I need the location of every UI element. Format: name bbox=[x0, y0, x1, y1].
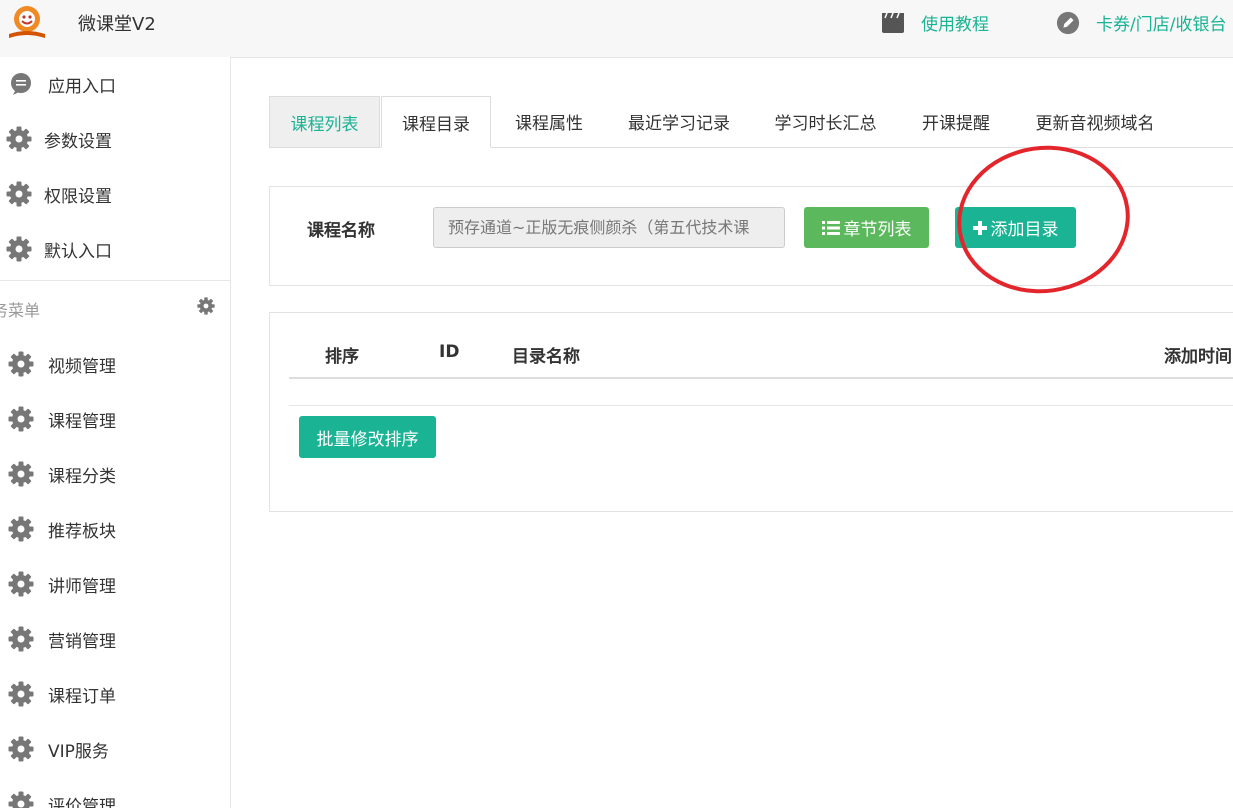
gear-icon bbox=[8, 516, 34, 542]
gear-icon bbox=[8, 406, 34, 432]
sidebar-item-default-entry[interactable]: 默认入口 bbox=[0, 234, 112, 264]
batch-sort-button[interactable]: 批量修改排序 bbox=[299, 416, 436, 458]
top-bar: 微课堂V2 使用教程 卡券/门店/收银台 bbox=[0, 0, 1233, 58]
sidebar-item-label: 课程分类 bbox=[48, 466, 116, 487]
table-header-divider bbox=[289, 377, 1233, 379]
gear-icon bbox=[8, 351, 34, 377]
column-header-catalog-name[interactable]: 目录名称 bbox=[512, 342, 580, 367]
course-name-label: 课程名称 bbox=[307, 221, 375, 241]
gear-icon bbox=[8, 626, 34, 652]
tab-course-attributes[interactable]: 课程属性 bbox=[495, 96, 603, 147]
tab-course-catalog[interactable]: 课程目录 bbox=[381, 96, 491, 148]
sidebar-item-vip[interactable]: VIP服务 bbox=[0, 734, 109, 764]
sidebar-item-app-entry[interactable]: 应用入口 bbox=[0, 69, 116, 99]
course-name-field[interactable]: 预存通道~正版无痕侧颜杀（第五代技术课 bbox=[433, 207, 785, 248]
gear-icon bbox=[6, 181, 32, 207]
sidebar-item-label: 推荐板块 bbox=[48, 521, 116, 542]
sidebar-item-label: 参数设置 bbox=[44, 131, 112, 152]
sidebar-item-marketing[interactable]: 营销管理 bbox=[0, 624, 116, 654]
sidebar-item-course[interactable]: 课程管理 bbox=[0, 404, 116, 434]
column-header-sort[interactable]: 排序 bbox=[325, 342, 359, 367]
gear-icon bbox=[8, 681, 34, 707]
section-settings-icon[interactable] bbox=[197, 297, 215, 315]
gear-icon bbox=[8, 791, 34, 808]
column-header-added-time[interactable]: 添加时间 bbox=[1164, 342, 1232, 367]
table-body-divider bbox=[289, 405, 1233, 406]
sidebar-item-label: 讲师管理 bbox=[48, 576, 116, 597]
tab-recent-learning[interactable]: 最近学习记录 bbox=[609, 96, 749, 147]
sidebar-item-params[interactable]: 参数设置 bbox=[0, 124, 112, 154]
sidebar-item-label: VIP服务 bbox=[48, 741, 109, 762]
tab-course-list[interactable]: 课程列表 bbox=[269, 96, 380, 147]
sidebar-item-reviews[interactable]: 评价管理 bbox=[0, 789, 116, 808]
gear-icon bbox=[8, 736, 34, 762]
gear-icon bbox=[6, 236, 32, 262]
add-catalog-label: 添加目录 bbox=[990, 220, 1059, 240]
app-logo[interactable] bbox=[6, 4, 48, 42]
gear-icon bbox=[6, 126, 32, 152]
chat-icon bbox=[8, 71, 34, 97]
gear-icon bbox=[8, 461, 34, 487]
sidebar-item-orders[interactable]: 课程订单 bbox=[0, 679, 116, 709]
tutorial-label: 使用教程 bbox=[921, 15, 989, 35]
sidebar-item-label: 权限设置 bbox=[44, 186, 112, 207]
sidebar-item-lecturer[interactable]: 讲师管理 bbox=[0, 569, 116, 599]
sidebar-item-label: 默认入口 bbox=[44, 241, 112, 262]
tab-study-duration[interactable]: 学习时长汇总 bbox=[759, 96, 892, 147]
clapperboard-icon bbox=[881, 11, 905, 35]
sidebar-item-label: 评价管理 bbox=[48, 796, 116, 808]
chapter-list-label: 章节列表 bbox=[843, 220, 912, 240]
sidebar-section-title: 务菜单 bbox=[0, 301, 41, 320]
chapter-list-button[interactable]: 章节列表 bbox=[804, 207, 929, 248]
sidebar-divider bbox=[0, 280, 230, 281]
sidebar-item-label: 课程订单 bbox=[48, 686, 116, 707]
plus-icon bbox=[972, 220, 987, 235]
tutorial-link[interactable]: 使用教程 bbox=[881, 10, 989, 35]
sidebar-item-label: 营销管理 bbox=[48, 631, 116, 652]
card-store-link[interactable]: 卡券/门店/收银台 bbox=[1056, 10, 1226, 35]
tab-class-reminder[interactable]: 开课提醒 bbox=[905, 96, 1007, 147]
column-header-id[interactable]: ID bbox=[439, 342, 459, 362]
catalog-table-panel bbox=[269, 312, 1233, 512]
sidebar-item-label: 视频管理 bbox=[48, 356, 116, 377]
add-catalog-button[interactable]: 添加目录 bbox=[955, 207, 1076, 248]
pencil-icon bbox=[1056, 11, 1080, 35]
list-icon bbox=[821, 220, 840, 235]
sidebar-item-label: 应用入口 bbox=[48, 76, 116, 97]
sidebar-item-category[interactable]: 课程分类 bbox=[0, 459, 116, 489]
sidebar-item-permissions[interactable]: 权限设置 bbox=[0, 179, 112, 209]
sidebar: 应用入口 参数设置 权限设置 默认入口 务菜单 视频管理 课程管理 课程分类 推… bbox=[0, 57, 231, 808]
tab-update-media-domain[interactable]: 更新音视频域名 bbox=[1021, 96, 1169, 147]
card-store-label: 卡券/门店/收银台 bbox=[1096, 15, 1227, 35]
sidebar-item-video[interactable]: 视频管理 bbox=[0, 349, 116, 379]
gear-icon bbox=[8, 571, 34, 597]
tab-bar: 课程列表 课程目录 课程属性 最近学习记录 学习时长汇总 开课提醒 更新音视频域… bbox=[269, 96, 1233, 148]
sidebar-item-recommend[interactable]: 推荐板块 bbox=[0, 514, 116, 544]
sidebar-item-label: 课程管理 bbox=[48, 411, 116, 432]
app-title: 微课堂V2 bbox=[78, 14, 156, 35]
